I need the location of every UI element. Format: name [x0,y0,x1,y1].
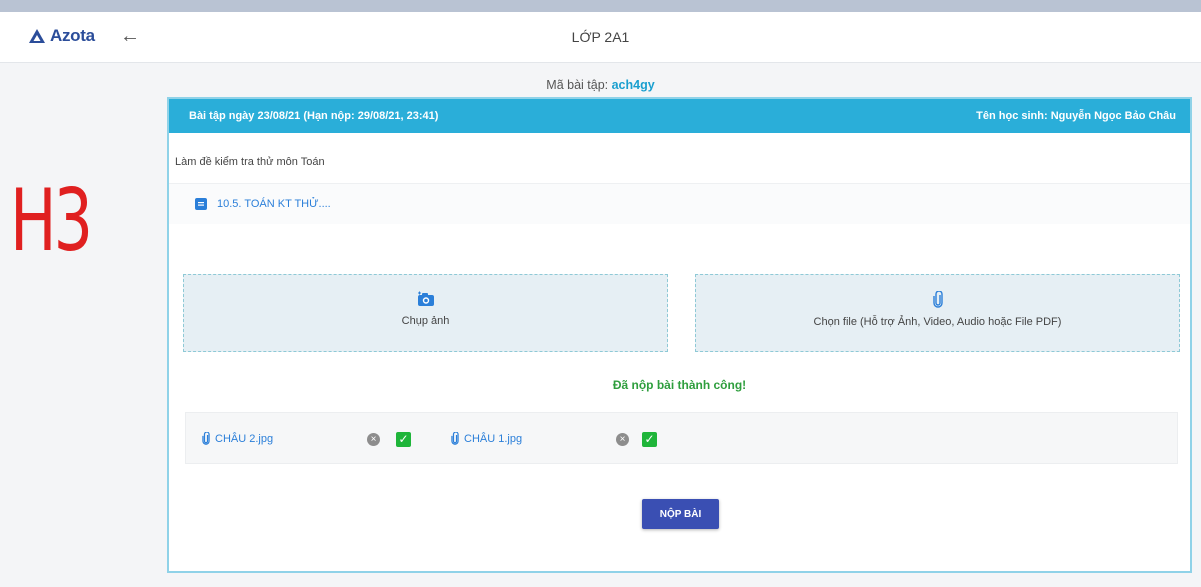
camera-icon [417,291,434,306]
page-title: LỚP 2A1 [571,29,630,45]
assignment-header: Bài tập ngày 23/08/21 (Hạn nộp: 29/08/21… [169,99,1190,133]
attachment-link[interactable]: 10.5. TOÁN KT THỬ.... [217,198,331,210]
submitted-file-2[interactable]: CHÂU 1.jpg [451,432,522,445]
submit-success-message: Đã nộp bài thành công! [612,378,747,392]
submitted-file-1[interactable]: CHÂU 2.jpg [202,432,273,445]
remove-file-1-icon[interactable]: × [367,433,380,446]
assignment-code-line: Mã bài tập: ach4gy [0,78,1201,92]
paperclip-icon [202,432,210,445]
assignment-card: Bài tập ngày 23/08/21 (Hạn nộp: 29/08/21… [167,97,1192,573]
top-bar: Azota ← LỚP 2A1 [0,12,1201,63]
take-photo-label: Chụp ảnh [401,315,450,327]
paperclip-icon [451,432,459,445]
choose-file-label: Chọn file (Hỗ trợ Ảnh, Video, Audio hoặc… [813,316,1062,328]
take-photo-button[interactable]: Chụp ảnh [183,274,668,352]
submit-button[interactable]: NỘP BÀI [642,499,719,529]
assignment-code-label: Mã bài tập: [546,78,609,92]
submitted-files-list: CHÂU 2.jpg × ✓ CHÂU 1.jpg × ✓ [185,412,1178,464]
file-name: CHÂU 2.jpg [215,432,274,445]
top-stripe [0,0,1201,12]
paperclip-icon [932,291,943,308]
assignment-date: Bài tập ngày 23/08/21 (Hạn nộp: 29/08/21… [189,110,439,122]
remove-file-2-icon[interactable]: × [616,433,629,446]
assignment-description: Làm đề kiểm tra thử môn Toán [169,133,1190,184]
student-name: Tên học sinh: Nguyễn Ngọc Bảo Châu [976,110,1176,122]
document-icon [195,198,207,210]
choose-file-button[interactable]: Chọn file (Hỗ trợ Ảnh, Video, Audio hoặc… [695,274,1180,352]
handwritten-annotation: H3 [10,171,93,271]
assignment-code: ach4gy [611,78,655,92]
file-1-checked-icon[interactable]: ✓ [396,432,411,447]
file-name: CHÂU 1.jpg [464,432,523,445]
attachment-row[interactable]: 10.5. TOÁN KT THỬ.... [169,184,1190,224]
file-2-checked-icon[interactable]: ✓ [642,432,657,447]
